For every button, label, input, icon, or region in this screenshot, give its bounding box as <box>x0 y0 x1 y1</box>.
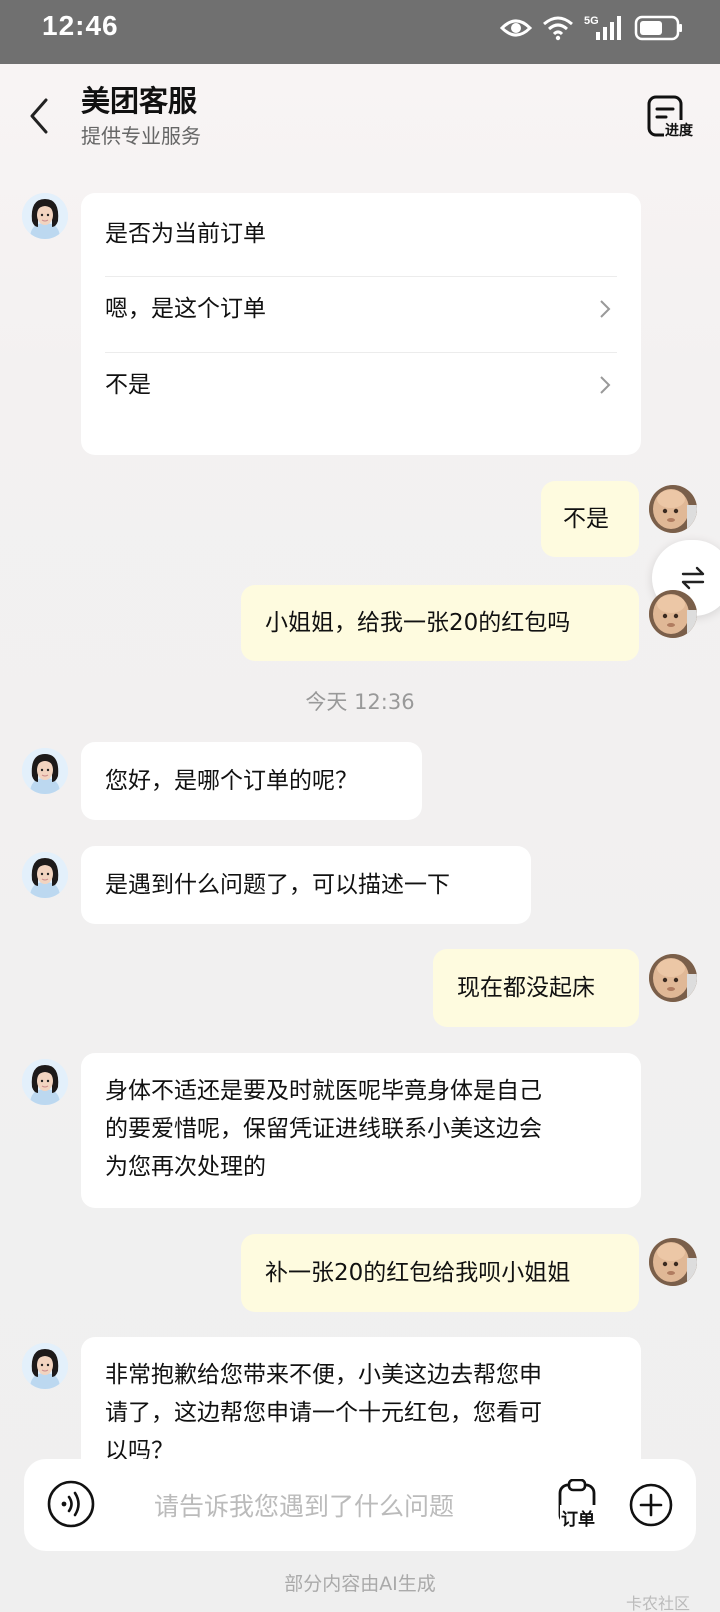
battery-icon <box>634 15 682 41</box>
cs-message-bubble: 是遇到什么问题了，可以描述一下 <box>81 846 531 924</box>
message-line: 的要爱惜呢，保留凭证进线联系小美这边会 <box>105 1116 542 1142</box>
message-line: 为您再次处理的 <box>105 1154 266 1180</box>
card-option-label: 不是 <box>105 372 151 398</box>
voice-input-button[interactable] <box>46 1479 96 1529</box>
cs-avatar <box>22 852 68 898</box>
eye-icon <box>500 19 532 37</box>
message-text: 小姐姐，给我一张20的红包吗 <box>265 610 571 636</box>
user-message-bubble: 补一张20的红包给我呗小姐姐 <box>241 1234 639 1312</box>
cs-message-bubble: 身体不适还是要及时就医呢毕竟身体是自己 的要爱惜呢，保留凭证进线联系小美这边会 … <box>81 1053 641 1208</box>
progress-label: 进度 <box>664 120 694 140</box>
message-text: 您好，是哪个订单的呢？ <box>105 768 358 794</box>
cs-avatar <box>22 193 68 239</box>
user-message-bubble: 现在都没起床 <box>433 949 639 1027</box>
user-avatar <box>649 485 697 533</box>
status-bar: 12:46 5G <box>0 0 720 64</box>
network-type-label: 5G <box>584 15 599 27</box>
card-question: 是否为当前订单 <box>105 221 266 247</box>
user-message-bubble: 不是 <box>541 481 639 557</box>
card-option-no[interactable]: 不是 <box>105 355 617 415</box>
signal-5g-icon: 5G <box>584 15 621 40</box>
plus-button[interactable] <box>628 1482 674 1528</box>
swap-arrows-icon <box>681 566 705 590</box>
status-time: 12:46 <box>42 10 119 41</box>
wifi-icon <box>543 16 573 41</box>
user-avatar <box>649 1238 697 1286</box>
watermark: 卡农社区 <box>626 1594 691 1612</box>
card-option-label: 嗯，是这个订单 <box>105 296 266 322</box>
cs-avatar <box>22 1059 68 1105</box>
order-button[interactable]: 订单 <box>552 1479 612 1535</box>
card-divider <box>105 352 617 353</box>
message-text: 补一张20的红包给我呗小姐姐 <box>265 1260 571 1286</box>
status-icons: 5G <box>500 12 684 44</box>
user-avatar <box>649 590 697 638</box>
order-label: 订单 <box>560 1505 596 1530</box>
message-line: 非常抱歉给您带来不便，小美这边去帮您申 <box>105 1362 542 1388</box>
cs-avatar <box>22 1343 68 1389</box>
message-text: 是遇到什么问题了，可以描述一下 <box>105 872 450 898</box>
chevron-right-icon <box>600 376 611 394</box>
card-divider <box>105 276 617 277</box>
chat-input-bar: 请告诉我您遇到了什么问题 订单 <box>24 1459 696 1551</box>
user-message-bubble: 小姐姐，给我一张20的红包吗 <box>241 585 639 661</box>
ai-generated-note: 部分内容由AI生成 <box>284 1573 436 1595</box>
page-title: 美团客服 <box>81 84 198 118</box>
back-button[interactable] <box>26 94 56 138</box>
message-line: 请了，这边帮您申请一个十元红包，您看可 <box>105 1400 542 1426</box>
order-confirm-card: 是否为当前订单 嗯，是这个订单 不是 <box>81 193 641 455</box>
user-avatar <box>649 954 697 1002</box>
message-text: 不是 <box>563 506 609 532</box>
card-option-yes[interactable]: 嗯，是这个订单 <box>105 279 617 339</box>
message-line: 身体不适还是要及时就医呢毕竟身体是自己 <box>105 1078 542 1104</box>
cs-avatar <box>22 748 68 794</box>
page-subtitle: 提供专业服务 <box>81 124 201 148</box>
progress-button[interactable]: 进度 <box>646 94 702 142</box>
cs-message-bubble: 您好，是哪个订单的呢？ <box>81 742 422 820</box>
chevron-right-icon <box>600 300 611 318</box>
message-text: 现在都没起床 <box>457 975 595 1001</box>
chat-timestamp: 今天 12:36 <box>305 690 415 714</box>
message-input[interactable]: 请告诉我您遇到了什么问题 <box>154 1487 454 1523</box>
